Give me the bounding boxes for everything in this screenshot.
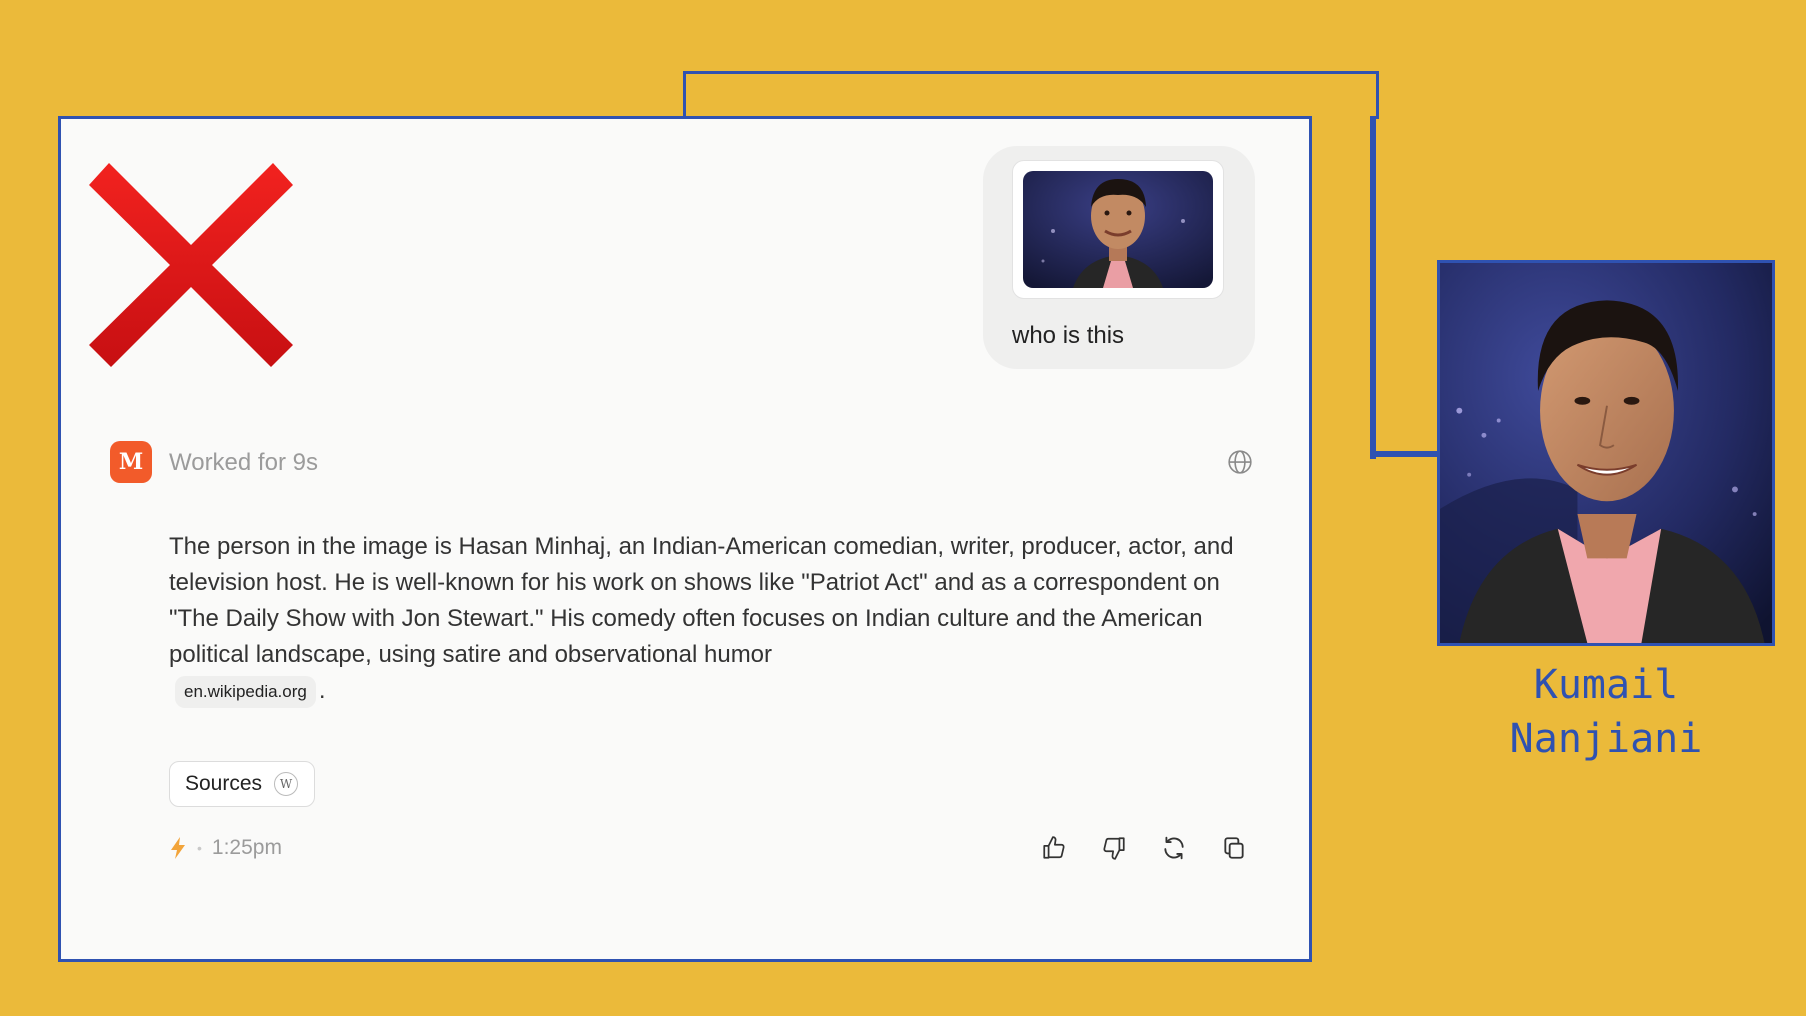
citation-chip[interactable]: en.wikipedia.org — [175, 675, 316, 708]
message-meta: • 1:25pm — [169, 833, 282, 863]
attached-image[interactable] — [1012, 160, 1224, 299]
thumbs-down-icon — [1103, 837, 1125, 860]
red-x-icon — [89, 163, 293, 367]
sources-label: Sources — [185, 772, 263, 795]
connector-line-vertical — [1370, 116, 1376, 459]
regenerate-button[interactable] — [1158, 832, 1190, 864]
connector-line-top — [683, 71, 1379, 119]
sources-button[interactable]: Sources W — [169, 761, 315, 807]
refresh-icon — [1164, 836, 1184, 860]
worked-status: Worked for 9s — [169, 449, 318, 476]
chat-panel: who is this M Worked for 9s The person i… — [58, 116, 1312, 962]
assistant-answer: The person in the image is Hasan Minhaj,… — [169, 529, 1259, 709]
thumbs-up-button[interactable] — [1038, 832, 1070, 864]
user-message-text: who is this — [1012, 322, 1125, 349]
answer-period: . — [318, 677, 326, 704]
correct-name-caption: Kumail Nanjiani — [1509, 662, 1703, 762]
globe-icon[interactable] — [1227, 449, 1253, 475]
thumbs-down-button[interactable] — [1098, 832, 1130, 864]
thumbs-up-icon — [1043, 836, 1065, 859]
reference-photo — [1437, 260, 1775, 646]
message-time: 1:25pm — [211, 836, 282, 859]
thumbnail-photo-of-man — [1023, 171, 1213, 288]
separator-dot: • — [197, 840, 202, 856]
connector-line-horizontal — [1370, 451, 1443, 457]
message-actions — [1038, 832, 1250, 864]
user-message-bubble: who is this — [983, 146, 1255, 369]
wikipedia-icon: W — [274, 772, 299, 796]
lightning-icon — [171, 837, 185, 859]
copy-button[interactable] — [1218, 832, 1250, 864]
answer-text: The person in the image is Hasan Minhaj,… — [169, 533, 1234, 668]
copy-icon — [1224, 837, 1244, 859]
m-logo-icon: M — [110, 441, 152, 483]
